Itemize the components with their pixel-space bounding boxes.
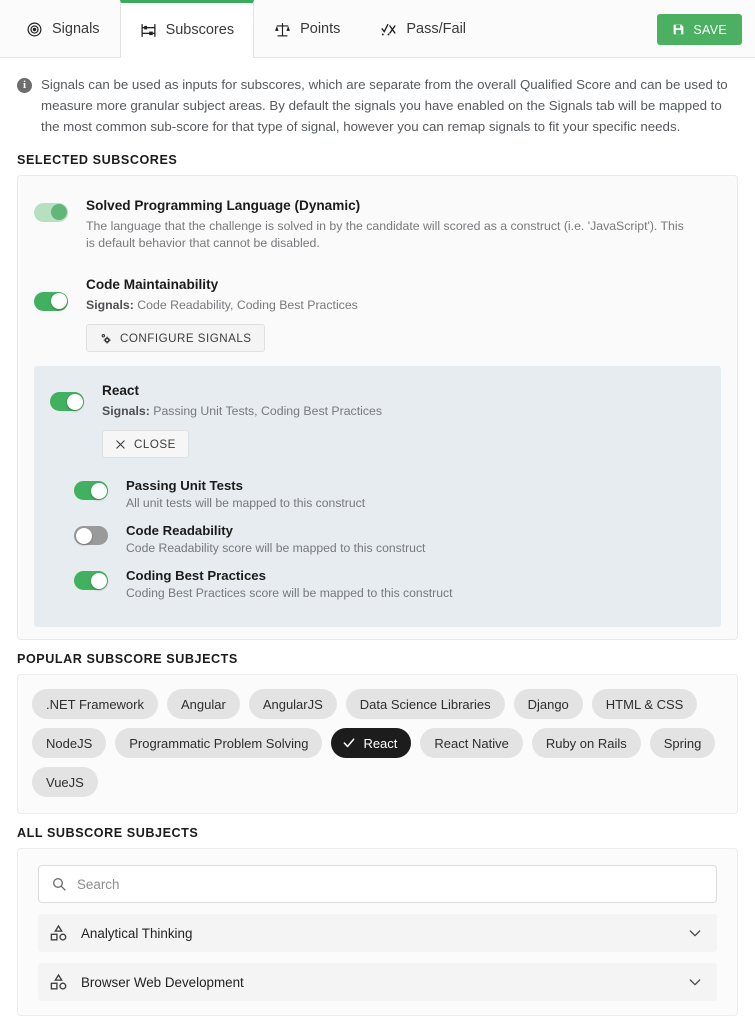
accordion-label: Browser Web Development bbox=[81, 974, 244, 990]
toggle-code-readability[interactable] bbox=[74, 526, 108, 546]
info-circle-icon: i bbox=[17, 78, 32, 93]
signal-row-passing-unit-tests: Passing Unit Tests All unit tests will b… bbox=[74, 478, 721, 523]
tab-signals-label: Signals bbox=[52, 20, 100, 37]
subscore-title: Solved Programming Language (Dynamic) bbox=[86, 198, 361, 214]
chip-label: Angular bbox=[181, 696, 226, 712]
signals-label: Signals: bbox=[102, 404, 150, 419]
signal-radar-icon bbox=[26, 21, 43, 38]
gears-icon bbox=[99, 332, 112, 345]
shapes-icon bbox=[49, 924, 68, 943]
chip-data-science-libraries[interactable]: Data Science Libraries bbox=[345, 689, 505, 720]
shapes-icon bbox=[49, 973, 68, 992]
chevron-down-icon[interactable] bbox=[687, 974, 703, 990]
signal-title: Code Readability bbox=[126, 523, 233, 539]
balance-scale-icon bbox=[274, 21, 291, 38]
chevron-down-icon[interactable] bbox=[687, 925, 703, 941]
close-x-icon bbox=[115, 439, 126, 450]
chip-spring[interactable]: Spring bbox=[649, 728, 716, 759]
chip-label: React bbox=[363, 735, 398, 751]
chip-label: NodeJS bbox=[46, 735, 93, 751]
chip-label: Ruby on Rails bbox=[545, 735, 627, 751]
signal-row-coding-best-practices: Coding Best Practices Coding Best Practi… bbox=[74, 568, 721, 613]
signals-label: Signals: bbox=[86, 298, 134, 313]
pass-fail-icon bbox=[380, 21, 397, 38]
chip-vuejs[interactable]: VueJS bbox=[32, 767, 98, 798]
chip-django[interactable]: Django bbox=[513, 689, 583, 720]
signals-value: Code Readability, Coding Best Practices bbox=[133, 298, 358, 313]
chip-label: AngularJS bbox=[262, 696, 323, 712]
configure-signals-button[interactable]: CONFIGURE SIGNALS bbox=[86, 324, 265, 353]
chip-angularjs[interactable]: AngularJS bbox=[248, 689, 337, 720]
chip-react[interactable]: React bbox=[331, 728, 412, 759]
signal-title: Passing Unit Tests bbox=[126, 478, 244, 494]
chip-react-native[interactable]: React Native bbox=[420, 728, 523, 759]
info-banner: i Signals can be used as inputs for subs… bbox=[0, 58, 755, 141]
chip-ruby-on-rails[interactable]: Ruby on Rails bbox=[531, 728, 641, 759]
accordion-browser-web-development[interactable]: Browser Web Development bbox=[38, 963, 717, 1002]
selected-subscores-heading: SELECTED SUBSCORES bbox=[17, 153, 178, 168]
check-icon bbox=[342, 736, 356, 750]
subscore-description: The language that the challenge is solve… bbox=[86, 219, 684, 251]
search-box[interactable] bbox=[38, 865, 717, 904]
tab-bar: Signals Subscores Points Pass/Fail SAVE bbox=[0, 0, 755, 58]
floppy-disk-icon bbox=[672, 23, 685, 36]
abacus-icon bbox=[140, 22, 157, 39]
accordion-label: Analytical Thinking bbox=[81, 925, 193, 941]
chip-label: .NET Framework bbox=[46, 696, 144, 712]
tab-pass-fail[interactable]: Pass/Fail bbox=[360, 0, 486, 57]
tab-points[interactable]: Points bbox=[254, 0, 360, 57]
subscore-title: Code Maintainability bbox=[86, 277, 219, 293]
react-header-row: React Signals: Passing Unit Tests, Codin… bbox=[34, 366, 721, 464]
tab-points-label: Points bbox=[300, 20, 341, 37]
react-subscore-block: React Signals: Passing Unit Tests, Codin… bbox=[34, 366, 721, 628]
signal-title: Coding Best Practices bbox=[126, 568, 266, 584]
tab-subscores-label: Subscores bbox=[165, 22, 235, 39]
toggle-react[interactable] bbox=[50, 392, 84, 412]
signals-value: Passing Unit Tests, Coding Best Practice… bbox=[149, 404, 382, 419]
chip-html-css[interactable]: HTML & CSS bbox=[591, 689, 698, 720]
toggle-passing-unit-tests[interactable] bbox=[74, 481, 108, 501]
tab-subscores[interactable]: Subscores bbox=[119, 0, 255, 58]
toggle-code-maintainability[interactable] bbox=[34, 291, 68, 311]
react-title: React bbox=[102, 383, 140, 399]
all-subjects-card: Analytical Thinking Browser Web Developm… bbox=[17, 848, 738, 1017]
tab-signals[interactable]: Signals bbox=[6, 0, 120, 57]
chip-programmatic-problem-solving[interactable]: Programmatic Problem Solving bbox=[115, 728, 323, 759]
tab-pass-fail-label: Pass/Fail bbox=[406, 20, 467, 37]
chip-label: Programmatic Problem Solving bbox=[129, 735, 309, 751]
signal-description: All unit tests will be mapped to this co… bbox=[126, 496, 366, 511]
chip-label: VueJS bbox=[46, 774, 84, 790]
popular-subjects-heading: POPULAR SUBSCORE SUBJECTS bbox=[17, 652, 238, 667]
subscore-row-code-maintainability: Code Maintainability Signals: Code Reada… bbox=[18, 256, 737, 356]
chip-dot-net-framework[interactable]: .NET Framework bbox=[32, 689, 158, 720]
info-banner-text: Signals can be used as inputs for subsco… bbox=[41, 77, 728, 134]
search-icon bbox=[51, 876, 67, 892]
signal-description: Coding Best Practices score will be mapp… bbox=[126, 586, 453, 601]
popular-subjects-card: .NET Framework Angular AngularJS Data Sc… bbox=[17, 674, 738, 815]
chip-label: React Native bbox=[434, 735, 509, 751]
close-button-label: CLOSE bbox=[134, 437, 176, 451]
chip-label: Spring bbox=[663, 735, 702, 751]
save-button-label: SAVE bbox=[693, 22, 727, 37]
chip-label: HTML & CSS bbox=[605, 696, 684, 712]
toggle-coding-best-practices[interactable] bbox=[74, 571, 108, 591]
save-button[interactable]: SAVE bbox=[657, 14, 742, 45]
accordion-analytical-thinking[interactable]: Analytical Thinking bbox=[38, 914, 717, 953]
search-input[interactable] bbox=[77, 876, 704, 892]
close-button[interactable]: CLOSE bbox=[102, 430, 189, 459]
signal-description: Code Readability score will be mapped to… bbox=[126, 541, 426, 556]
react-signal-list: Passing Unit Tests All unit tests will b… bbox=[34, 464, 721, 613]
configure-signals-label: CONFIGURE SIGNALS bbox=[120, 331, 252, 345]
chip-label: Django bbox=[527, 696, 569, 712]
chip-nodejs[interactable]: NodeJS bbox=[32, 728, 107, 759]
subscore-row-solved-programming-language: Solved Programming Language (Dynamic) Th… bbox=[18, 176, 737, 256]
chip-angular[interactable]: Angular bbox=[167, 689, 240, 720]
toggle-solved-programming-language bbox=[34, 202, 68, 222]
signal-row-code-readability: Code Readability Code Readability score … bbox=[74, 523, 721, 568]
all-subjects-heading: ALL SUBSCORE SUBJECTS bbox=[17, 826, 199, 841]
selected-subscores-card: Solved Programming Language (Dynamic) Th… bbox=[17, 175, 738, 641]
chip-label: Data Science Libraries bbox=[359, 696, 491, 712]
